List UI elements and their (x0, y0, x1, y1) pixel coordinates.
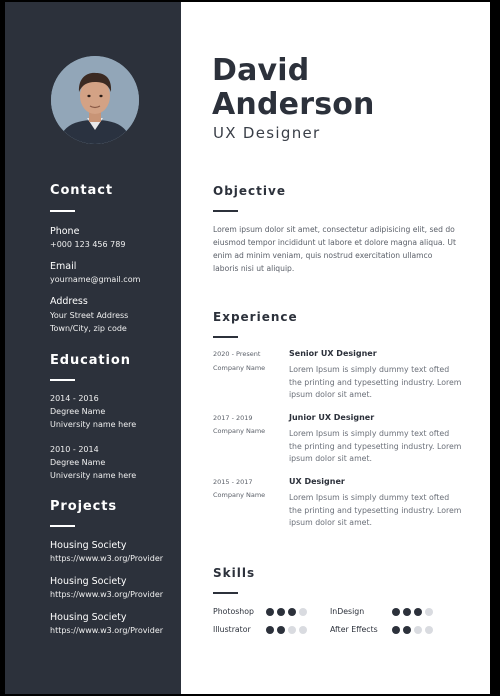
phone-value: +000 123 456 789 (50, 240, 126, 249)
experience-dates: 2020 - Present (213, 350, 261, 358)
rating-dot-empty (288, 626, 296, 634)
project-name: Housing Society (50, 540, 127, 551)
contact-divider (50, 210, 75, 212)
email-label: Email (50, 261, 77, 272)
rating-dot-empty (414, 626, 422, 634)
project-name: Housing Society (50, 612, 127, 623)
objective-text: Lorem ipsum dolor sit amet, consectetur … (213, 225, 456, 273)
project-link[interactable]: https://www.w3.org/Provider (50, 626, 163, 635)
experience-description: Lorem Ipsum is simply dummy text ofted t… (289, 429, 462, 464)
education-degree: Degree Name (50, 458, 106, 467)
experience-title: Senior UX Designer (289, 349, 377, 358)
rating-dot-filled (392, 608, 400, 616)
experience-company: Company Name (213, 491, 266, 499)
last-name: Anderson (212, 87, 375, 122)
experience-company: Company Name (213, 427, 266, 435)
experience-divider (213, 336, 238, 338)
profile-photo (51, 56, 139, 144)
skill-rating (266, 626, 307, 634)
skill-rating (392, 626, 433, 634)
education-school: University name here (50, 471, 137, 480)
contact-heading: Contact (50, 183, 113, 198)
skill-name: Illustrator (213, 625, 251, 634)
skill-name: After Effects (330, 625, 378, 634)
address-line2: Town/City, zip code (50, 324, 127, 333)
education-school: University name here (50, 420, 137, 429)
education-degree: Degree Name (50, 407, 106, 416)
experience-dates: 2017 - 2019 (213, 414, 253, 422)
main-content: David Anderson UX Designer Objective Lor… (181, 2, 490, 694)
education-years: 2010 - 2014 (50, 445, 99, 454)
objective-heading: Objective (213, 184, 286, 198)
rating-dot-empty (425, 626, 433, 634)
address-label: Address (50, 296, 88, 307)
education-heading: Education (50, 353, 131, 368)
experience-title: Junior UX Designer (289, 413, 375, 422)
rating-dot-empty (425, 608, 433, 616)
profile-photo-image (51, 56, 139, 144)
rating-dot-filled (414, 608, 422, 616)
resume-page: Contact Phone +000 123 456 789 Email you… (5, 2, 490, 694)
email-value: yourname@gmail.com (50, 275, 141, 284)
rating-dot-filled (266, 608, 274, 616)
education-years: 2014 - 2016 (50, 394, 99, 403)
job-title: UX Designer (213, 124, 321, 142)
experience-heading: Experience (213, 310, 298, 324)
skills-heading: Skills (213, 566, 256, 580)
project-name: Housing Society (50, 576, 127, 587)
rating-dot-empty (299, 608, 307, 616)
experience-title: UX Designer (289, 477, 345, 486)
experience-company: Company Name (213, 364, 266, 372)
first-name: David (212, 53, 310, 88)
projects-divider (50, 525, 75, 527)
skills-divider (213, 592, 238, 594)
rating-dot-filled (392, 626, 400, 634)
experience-description: Lorem Ipsum is simply dummy text ofted t… (289, 493, 462, 528)
project-link[interactable]: https://www.w3.org/Provider (50, 554, 163, 563)
education-divider (50, 379, 75, 381)
objective-divider (213, 210, 238, 212)
rating-dot-filled (277, 626, 285, 634)
experience-dates: 2015 - 2017 (213, 478, 253, 486)
rating-dot-filled (403, 626, 411, 634)
experience-description: Lorem Ipsum is simply dummy text ofted t… (289, 365, 462, 400)
projects-heading: Projects (50, 499, 118, 514)
skill-name: InDesign (330, 607, 365, 616)
rating-dot-filled (266, 626, 274, 634)
phone-label: Phone (50, 226, 80, 237)
skill-rating (392, 608, 433, 616)
skill-rating (266, 608, 307, 616)
rating-dot-empty (299, 626, 307, 634)
sidebar: Contact Phone +000 123 456 789 Email you… (5, 2, 181, 694)
address-line1: Your Street Address (50, 311, 129, 320)
rating-dot-filled (403, 608, 411, 616)
rating-dot-filled (277, 608, 285, 616)
rating-dot-filled (288, 608, 296, 616)
project-link[interactable]: https://www.w3.org/Provider (50, 590, 163, 599)
skill-name: Photoshop (213, 607, 254, 616)
